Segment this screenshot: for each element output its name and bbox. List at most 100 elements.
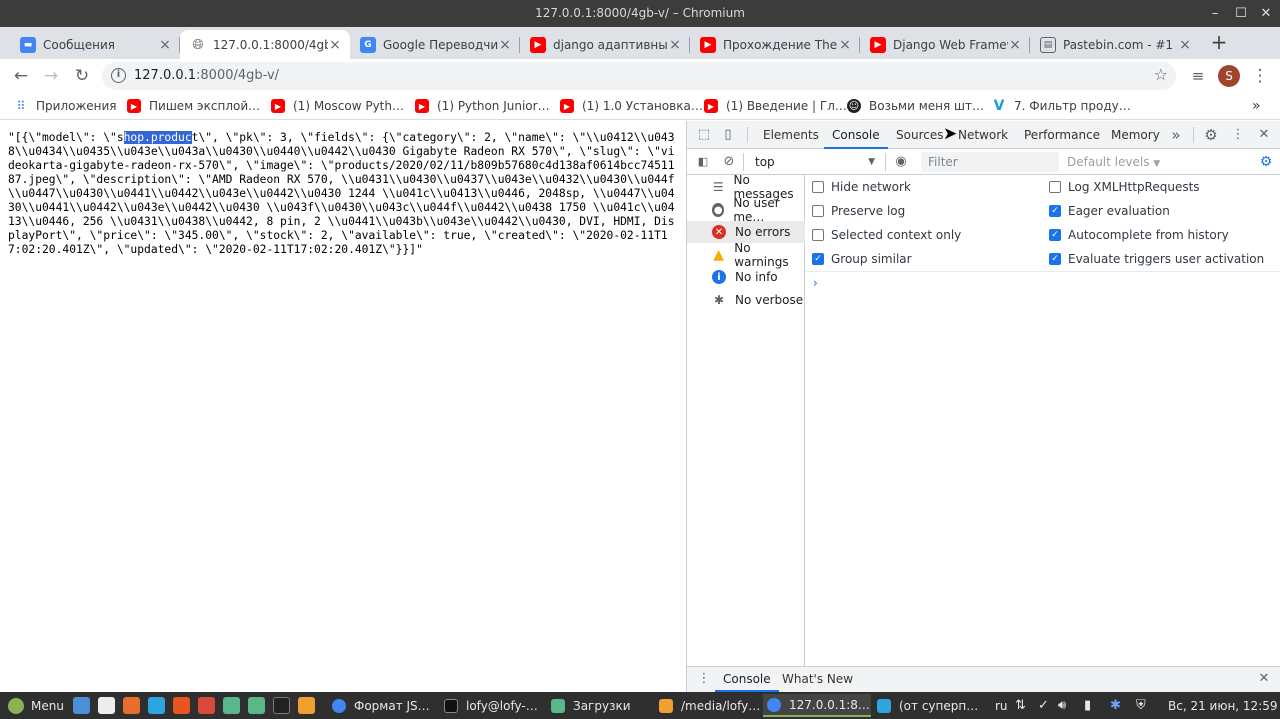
tab-sources[interactable]: Sources (896, 121, 943, 149)
telegram-icon[interactable] (148, 697, 165, 714)
close-tab-icon[interactable]: × (1008, 37, 1022, 53)
tab-elements[interactable]: Elements (763, 121, 819, 149)
log-xhr-checkbox[interactable]: Log XMLHttpRequests (1049, 180, 1200, 194)
checkbox-label: Preserve log (831, 204, 906, 218)
close-tab-icon[interactable]: × (328, 37, 342, 53)
maximize-icon[interactable]: ☐ (1230, 0, 1252, 27)
clear-console-icon[interactable]: ⊘ (720, 153, 738, 171)
tab-messages[interactable]: ▬ Сообщения × (10, 30, 180, 59)
close-tab-icon[interactable]: × (838, 37, 852, 53)
files-icon[interactable] (223, 697, 240, 714)
selected-context-checkbox[interactable]: Selected context only (812, 228, 961, 242)
bookmarks-overflow-icon[interactable]: » (1252, 96, 1261, 116)
sidebar-item-info[interactable]: i No info (687, 266, 805, 288)
bookmark-take-me[interactable]: ☺ Возьми меня шт… (847, 96, 984, 116)
filter-input[interactable]: Filter (921, 152, 1059, 172)
taskbar-app-terminal[interactable]: lofy@lofy-… (440, 694, 548, 717)
start-menu-button[interactable]: Menu (8, 692, 64, 719)
taskbar-app-downloads[interactable]: Загрузки (547, 694, 655, 717)
network-icon[interactable]: ⇅ (1015, 692, 1026, 719)
forward-icon[interactable]: → (39, 64, 63, 88)
bookmark-python-junior[interactable]: ▶ (1) Python Junior… (415, 96, 550, 116)
close-tab-icon[interactable]: × (668, 37, 682, 53)
address-bar[interactable]: i 127.0.0.1:8000/4gb-v/ ☆ (102, 62, 1176, 90)
text-editor-icon[interactable] (98, 697, 115, 714)
sidebar-item-verbose[interactable]: ✱ No verbose (687, 289, 805, 311)
close-devtools-icon[interactable]: ✕ (1255, 126, 1273, 144)
app-launcher-icon[interactable] (198, 697, 215, 714)
inspect-element-icon[interactable]: ⬚ (695, 126, 713, 144)
profile-avatar-icon[interactable]: S (1218, 65, 1240, 87)
drawer-tab-console[interactable]: Console (715, 667, 779, 692)
drawer-menu-icon[interactable]: ⋮ (695, 670, 713, 688)
tray-checkmark-icon[interactable]: ✓ (1038, 692, 1049, 719)
taskbar-app-chromium[interactable]: 127.0.0.1:8… (763, 694, 871, 717)
sidebar-item-user-messages[interactable]: ● No user me… (687, 196, 805, 224)
bookmark-vue-filter[interactable]: V 7. Фильтр проду… (992, 96, 1131, 116)
tab-django-adaptive[interactable]: ▶ django адаптивны × (520, 30, 690, 59)
autocomplete-history-checkbox[interactable]: ✓ Autocomplete from history (1049, 228, 1229, 242)
tab-performance[interactable]: Performance (1024, 121, 1100, 149)
media-control-icon[interactable]: ≡ (1186, 64, 1210, 88)
show-desktop-icon[interactable] (73, 697, 90, 714)
keyboard-layout[interactable]: ru (995, 692, 1008, 719)
close-drawer-icon[interactable]: ✕ (1255, 670, 1273, 688)
volume-icon[interactable]: 🔊︎ (1058, 692, 1066, 719)
bluetooth-icon[interactable]: ✱ (1110, 692, 1121, 719)
taskbar-app-media[interactable]: /media/lofy… (655, 694, 763, 717)
group-similar-checkbox[interactable]: ✓ Group similar (812, 252, 912, 266)
device-toolbar-icon[interactable]: ▯ (719, 126, 737, 144)
console-settings-gear-icon[interactable]: ⚙ (1257, 153, 1275, 171)
context-selector[interactable]: top ▼ (749, 151, 879, 173)
bookmark-exploit[interactable]: ▶ Пишем эксплой… (127, 96, 260, 116)
clock[interactable]: Вс, 21 июн, 12:59 (1168, 692, 1278, 719)
reload-icon[interactable]: ↻ (70, 64, 94, 88)
log-levels-dropdown[interactable]: Default levels ▼ (1067, 149, 1160, 177)
sidebar-toggle-icon[interactable]: ◧ (694, 153, 712, 171)
bookmark-intro[interactable]: ▶ (1) Введение | Гл… (704, 96, 847, 116)
hide-network-checkbox[interactable]: Hide network (812, 180, 911, 194)
live-expression-eye-icon[interactable]: ◉ (892, 153, 910, 171)
tab-google-translate[interactable]: G Google Переводчи × (350, 30, 520, 59)
taskbar-app-json-format[interactable]: Формат JS… (328, 694, 436, 717)
close-tab-icon[interactable]: × (1178, 37, 1192, 53)
tab-console[interactable]: Console (824, 121, 888, 149)
info-icon[interactable]: i (111, 68, 126, 83)
tab-walkthrough[interactable]: ▶ Прохождение The L × (690, 30, 860, 59)
close-tab-icon[interactable]: × (498, 37, 512, 53)
bookmark-star-icon[interactable]: ☆ (1154, 65, 1168, 84)
bookmark-apps[interactable]: ⠿ Приложения (14, 96, 117, 116)
back-icon[interactable]: ← (9, 64, 33, 88)
eager-evaluation-checkbox[interactable]: ✓ Eager evaluation (1049, 204, 1170, 218)
close-window-icon[interactable]: ✕ (1255, 0, 1277, 27)
more-tabs-icon[interactable]: » (1167, 126, 1185, 144)
tab-django-web-framework[interactable]: ▶ Django Web Framew × (860, 30, 1030, 59)
files-alt-icon[interactable] (248, 697, 265, 714)
sidebar-item-warnings[interactable]: ▲ No warnings (687, 241, 805, 269)
console-prompt-icon[interactable]: › (813, 276, 818, 290)
settings-gear-icon[interactable]: ⚙ (1202, 126, 1220, 144)
power-icon[interactable]: ▮ (1084, 692, 1091, 719)
tab-localhost[interactable]: 🌐︎ 127.0.0.1:8000/4gb-v × (180, 30, 350, 59)
tab-pastebin[interactable]: ▤ Pastebin.com - #1 pa × (1030, 30, 1200, 59)
taskbar-app-telegram[interactable]: (от суперп… (873, 694, 981, 717)
minimize-icon[interactable]: – (1204, 0, 1226, 27)
terminal-icon[interactable] (273, 697, 290, 714)
evaluate-triggers-checkbox[interactable]: ✓ Evaluate triggers user activation (1049, 252, 1264, 266)
shield-icon[interactable]: ⛨ (1136, 692, 1146, 719)
tab-network[interactable]: Network (958, 121, 1008, 149)
menu-kebab-icon[interactable]: ⋮ (1248, 64, 1272, 88)
new-tab-button[interactable]: + (1208, 30, 1230, 54)
sidebar-item-errors[interactable]: ✕ No errors (687, 221, 805, 243)
tab-memory[interactable]: Memory (1111, 121, 1160, 149)
bookmark-moscow-python[interactable]: ▶ (1) Moscow Pyth… (271, 96, 404, 116)
preserve-log-checkbox[interactable]: Preserve log (812, 204, 905, 218)
sublime-icon[interactable] (173, 697, 190, 714)
bookmark-install[interactable]: ▶ (1) 1.0 Установка… (560, 96, 703, 116)
drawer-tab-whats-new[interactable]: What's New (782, 667, 853, 692)
sidebar-item-messages[interactable]: ☰ No messages (687, 173, 805, 201)
close-tab-icon[interactable]: × (158, 37, 172, 53)
sublime-text-icon[interactable] (298, 697, 315, 714)
devtools-menu-icon[interactable]: ⋮ (1229, 126, 1247, 144)
firefox-icon[interactable] (123, 697, 140, 714)
